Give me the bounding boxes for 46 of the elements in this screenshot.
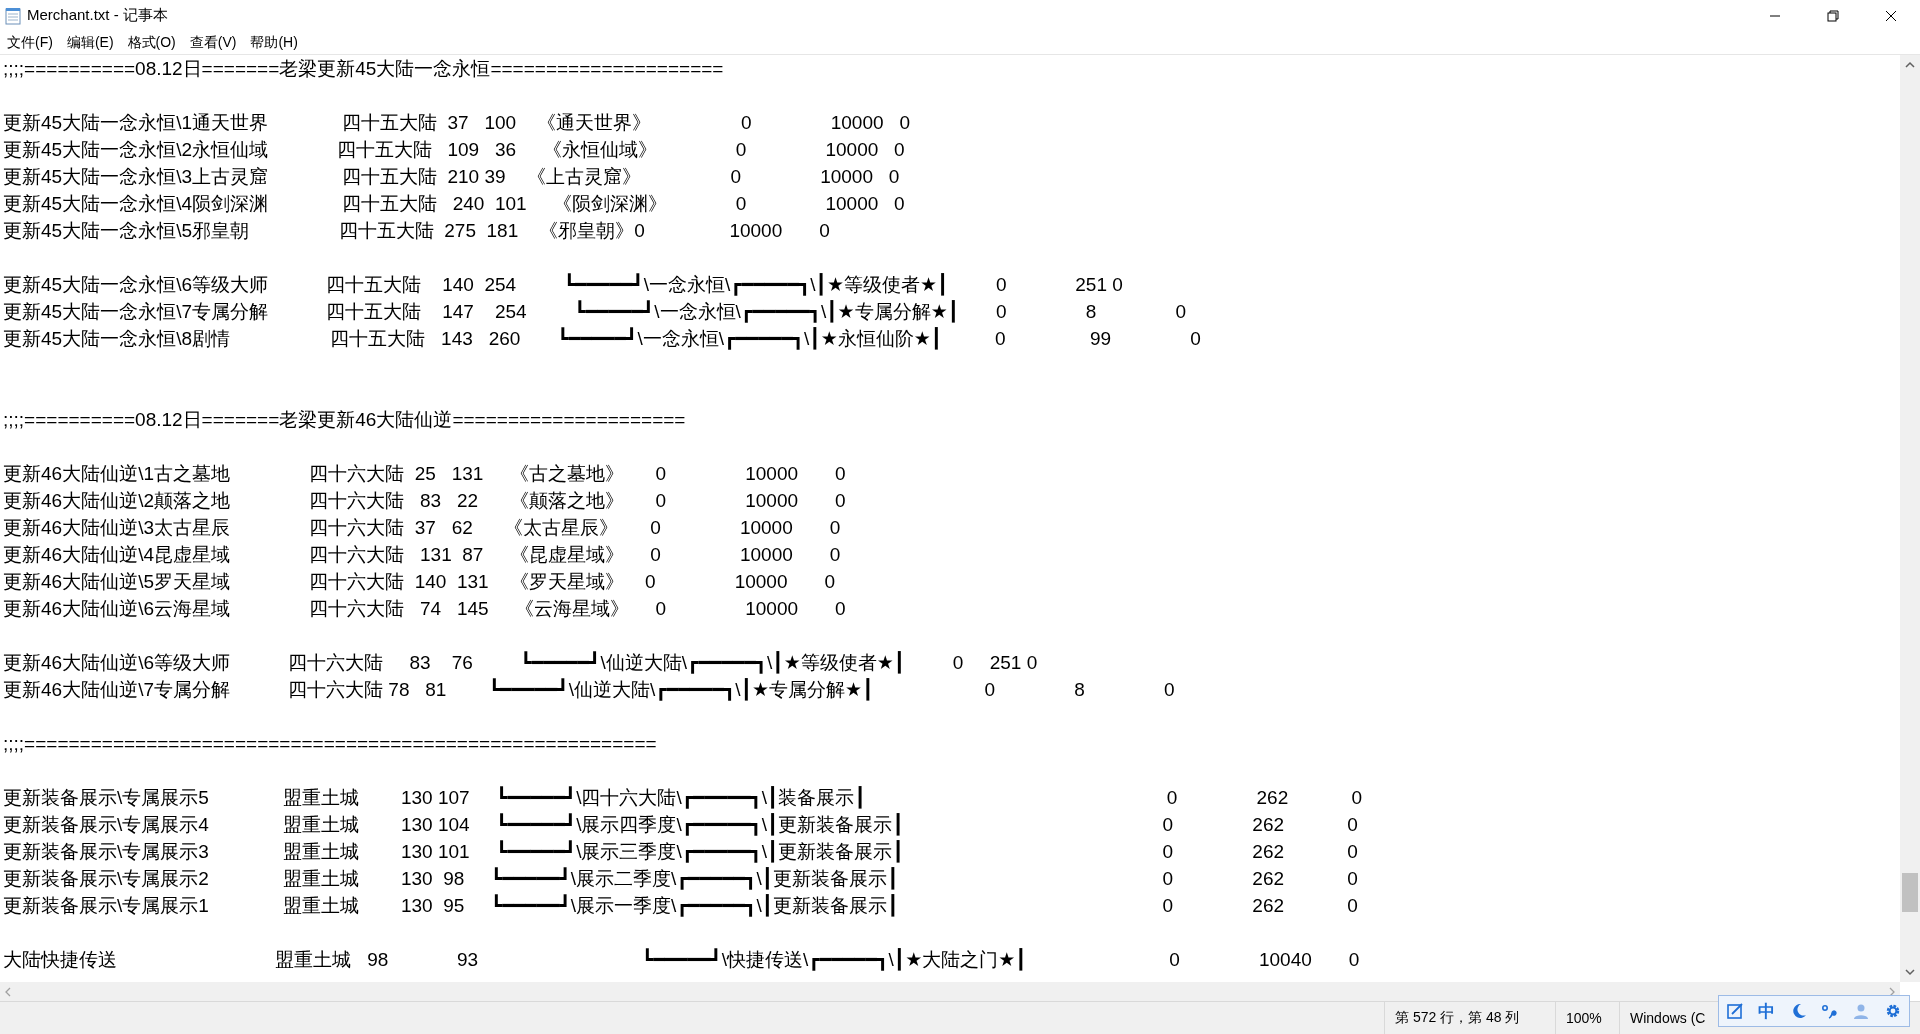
text-line: 更新45大陆一念永恒\1通天世界 四十五大陆 37 100 《通天世界》 0 10000 0	[3, 111, 911, 135]
text-line: 更新46大陆仙逆\4昆虚星域 四十六大陆 131 87 《昆虚星域》 0 10000 0	[3, 543, 842, 567]
vertical-scrollbar[interactable]	[1900, 55, 1920, 982]
text-line: 更新46大陆仙逆\6云海星域 四十六大陆 74 145 《云海星域》 0 10000 0	[3, 597, 847, 621]
text-line: ;;;;==========08.12日=======老梁更新46大陆仙逆=====================	[3, 408, 687, 432]
restore-icon	[1827, 9, 1839, 22]
close-icon	[1885, 9, 1897, 22]
text-line: 更新45大陆一念永恒\3上古灵窟 四十五大陆 210 39 《上古灵窟》 0 10000 0	[3, 165, 901, 189]
text-line: 更新46大陆仙逆\1古之墓地 四十六大陆 25 131 《古之墓地》 0 10000 0	[3, 462, 847, 486]
scrollbar-thumb[interactable]	[1902, 873, 1918, 912]
text-line: 更新45大陆一念永恒\4陨剑深渊 四十五大陆 240 101 《陨剑深渊》 0 10000 0	[3, 192, 906, 216]
text-line: 更新装备展示\专属展示5 盟重土城 130 107 ┗━━━━━┛\四十六大陆\┏━━━━━┓\┃装备展示┃ 0 262 0	[3, 785, 1364, 811]
menu-item[interactable]: 格式(O)	[120, 31, 183, 54]
text-line: 更新45大陆一念永恒\8剧情 四十五大陆 143 260 ┗━━━━━┛\一念永恒\┏━━━━━┓\┃★永恒仙阶★┃ 0 99 0	[3, 326, 1202, 352]
scroll-up-icon[interactable]	[1905, 61, 1915, 69]
text-line: ;;;;=========================================================	[3, 732, 658, 756]
text-line: 更新装备展示\专属展示1 盟重土城 130 95 ┗━━━━━┛\展示一季度\┏━━━━━┓\┃更新装备展示┃ 0 262 0	[3, 893, 1359, 919]
notepad-icon	[5, 6, 21, 25]
window-title: Merchant.txt - 记事本	[27, 6, 168, 25]
input-mode-button[interactable]: 中	[1757, 999, 1775, 1023]
menu-item[interactable]: 帮助(H)	[243, 31, 305, 54]
cursor-position: 第 572 行，第 48 列	[1395, 1009, 1520, 1027]
text-line: 更新45大陆一念永恒\7专属分解 四十五大陆 147 254 ┗━━━━━┛\一念永恒\┏━━━━━┓\┃★专属分解★┃ 0 8 0	[3, 299, 1188, 325]
text-line: 更新45大陆一念永恒\2永恒仙域 四十五大陆 109 36 《永恒仙域》 0 10000 0	[3, 138, 906, 162]
text-line: 更新装备展示\专属展示3 盟重土城 130 101 ┗━━━━━┛\展示三季度\┏━━━━━┓\┃更新装备展示┃ 0 262 0	[3, 839, 1359, 865]
text-line: 更新装备展示\专属展示2 盟重土城 130 98 ┗━━━━━┛\展示二季度\┏━━━━━┓\┃更新装备展示┃ 0 262 0	[3, 866, 1359, 892]
text-line: 更新45大陆一念永恒\5邪皇朝 四十五大陆 275 181 《邪皇朝》0 10000 0	[3, 219, 831, 243]
punctuation-icon[interactable]	[1820, 1002, 1839, 1020]
text-line: 更新46大陆仙逆\7专属分解 四十六大陆 78 81 ┗━━━━━┛\仙逆大陆\┏━━━━━┓\┃★专属分解★┃ 0 8 0	[3, 677, 1176, 703]
text-line: 更新46大陆仙逆\5罗天星域 四十六大陆 140 131 《罗天星域》 0 10000 0	[3, 570, 836, 594]
horizontal-scrollbar[interactable]	[0, 982, 1900, 1001]
scroll-down-icon[interactable]	[1905, 968, 1915, 976]
text-line: 更新46大陆仙逆\6等级大师 四十六大陆 83 76 ┗━━━━━┛\仙逆大陆\┏━━━━━┓\┃★等级使者★┃ 0 251 0	[3, 650, 1039, 676]
text-line: 更新45大陆一念永恒\6等级大师 四十五大陆 140 254 ┗━━━━━┛\一念永恒\┏━━━━━┓\┃★等级使者★┃ 0 251 0	[3, 272, 1124, 298]
text-line: 更新46大陆仙逆\2颠落之地 四十六大陆 83 22 《颠落之地》 0 10000 0	[3, 489, 847, 513]
zoom-level: 100%	[1566, 1010, 1602, 1026]
encoding-label: Windows (C	[1630, 1010, 1706, 1026]
menu-item[interactable]: 编辑(E)	[59, 31, 121, 54]
menu-item[interactable]: 查看(V)	[182, 31, 244, 54]
text-line: 更新装备展示\专属展示4 盟重土城 130 104 ┗━━━━━┛\展示四季度\┏━━━━━┓\┃更新装备展示┃ 0 262 0	[3, 812, 1359, 838]
menu-item[interactable]: 文件(F)	[0, 31, 60, 54]
text-line: ;;;;==========08.12日=======老梁更新45大陆一念永恒=====================	[3, 57, 725, 81]
scroll-left-icon[interactable]	[4, 986, 11, 997]
text-line: 更新46大陆仙逆\3太古星辰 四十六大陆 37 62 《太古星辰》 0 10000 0	[3, 516, 842, 540]
text-line: 大陆快捷传送 盟重土城 98 93 ┗━━━━━┛\快捷传送\┏━━━━━┓\┃★大陆之门★┃ 0 10040 0	[3, 947, 1361, 973]
edit-box-icon[interactable]	[1725, 1002, 1744, 1020]
